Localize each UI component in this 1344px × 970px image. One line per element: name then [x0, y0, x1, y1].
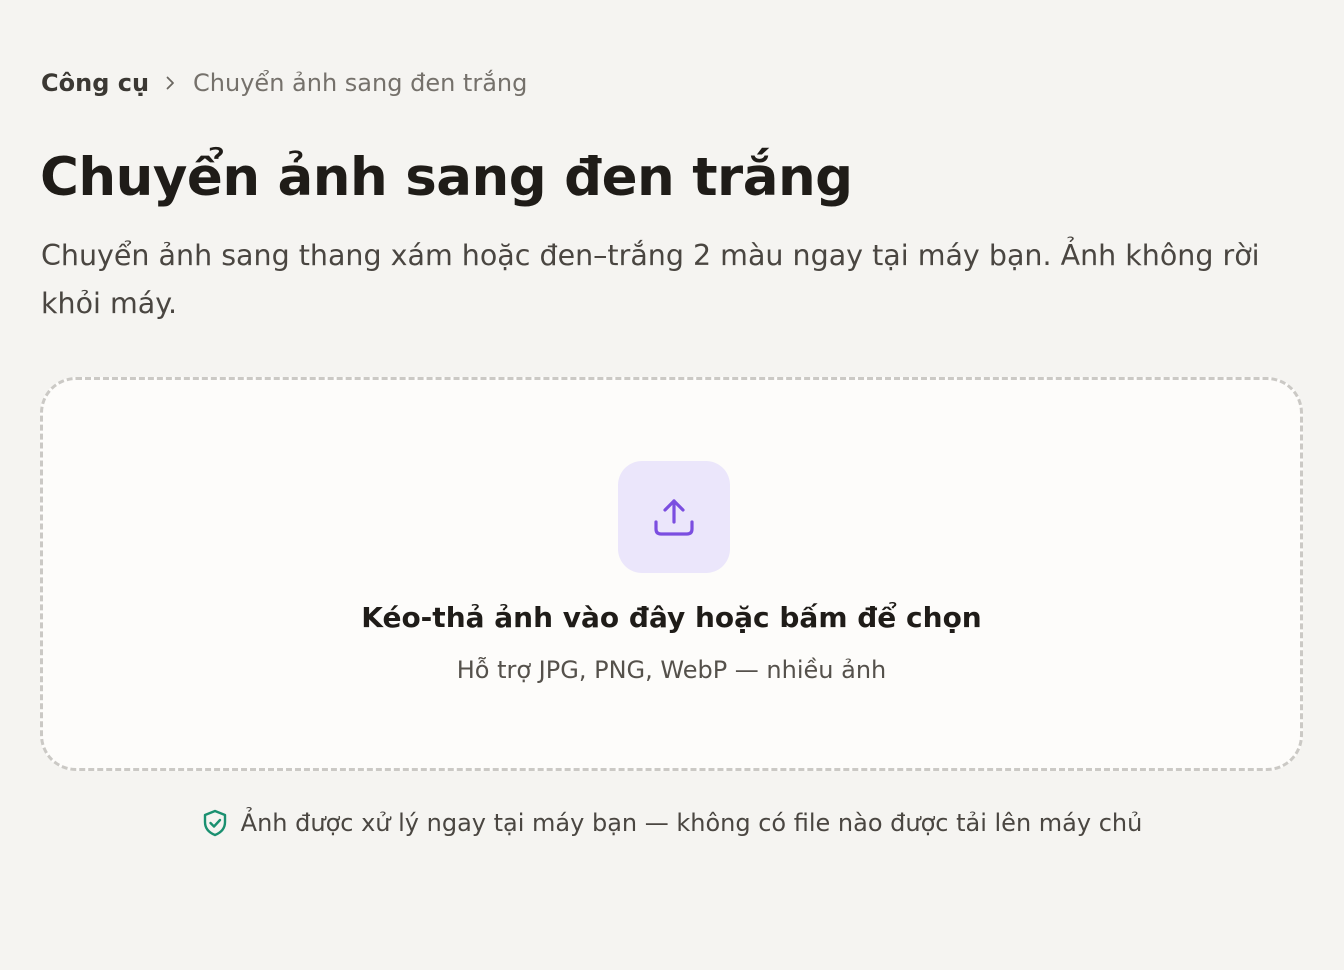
- chevron-right-icon: [166, 76, 174, 90]
- page-description: Chuyển ảnh sang thang xám hoặc đen–trắng…: [41, 239, 1260, 320]
- page: Công cụ Chuyển ảnh sang đen trắng Chuyển…: [0, 0, 1344, 970]
- breadcrumb-link-tools[interactable]: Công cụ: [41, 66, 149, 100]
- upload-icon: [654, 499, 694, 536]
- privacy-text: Ảnh được xử lý ngay tại máy bạn — không …: [240, 809, 1143, 837]
- shield-check-icon: [203, 809, 226, 837]
- upload-dropzone[interactable]: Kéo-thả ảnh vào đây hoặc bấm để chọn Hỗ …: [40, 377, 1303, 771]
- breadcrumb-current: Chuyển ảnh sang đen trắng: [193, 69, 528, 97]
- page-title: Chuyển ảnh sang đen trắng: [40, 147, 853, 208]
- privacy-note: Ảnh được xử lý ngay tại máy bạn — không …: [0, 806, 1344, 840]
- upload-icon-tile: [618, 461, 730, 573]
- dropzone-hint: Hỗ trợ JPG, PNG, WebP — nhiều ảnh: [456, 656, 887, 684]
- dropzone-title: Kéo-thả ảnh vào đây hoặc bấm để chọn: [361, 601, 982, 634]
- breadcrumb: Công cụ Chuyển ảnh sang đen trắng: [41, 66, 527, 100]
